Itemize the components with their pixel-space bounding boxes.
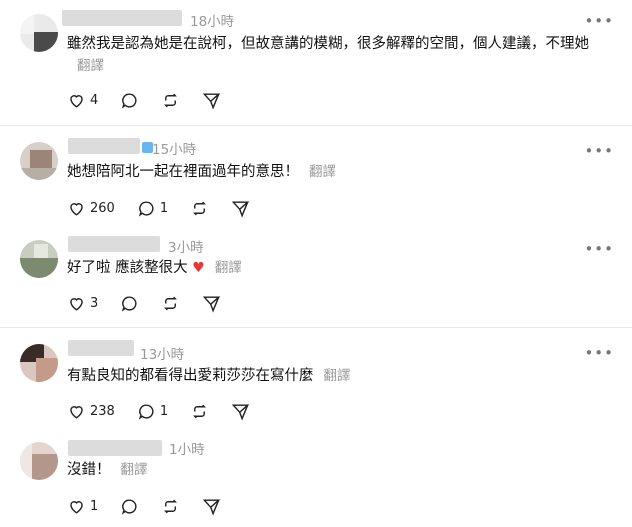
more-icon[interactable]: ••• xyxy=(584,14,614,29)
share-button[interactable] xyxy=(231,199,250,218)
action-bar: 238 1 xyxy=(67,401,272,421)
more-icon[interactable]: ••• xyxy=(584,144,614,159)
repost-button[interactable] xyxy=(190,402,209,421)
translate-link[interactable]: 翻譯 xyxy=(324,368,351,384)
reply-button[interactable] xyxy=(120,294,139,313)
comment-icon xyxy=(138,200,154,217)
comment-icon xyxy=(122,295,137,312)
post-5: 1小時 沒錯！ 翻譯 1 xyxy=(0,428,632,527)
post-time: 3小時 xyxy=(168,240,204,256)
username-blurred[interactable] xyxy=(68,440,162,456)
reply-button[interactable] xyxy=(120,91,139,110)
more-icon[interactable]: ••• xyxy=(584,346,614,361)
heart-icon xyxy=(70,500,83,514)
like-button[interactable]: 1 xyxy=(67,497,98,516)
translate-link[interactable]: 翻譯 xyxy=(215,260,242,276)
avatar[interactable] xyxy=(20,442,58,480)
heart-icon xyxy=(70,297,83,311)
post-3: 3小時 ••• 好了啦 應該整很大 ♥ 翻譯 3 xyxy=(0,226,632,326)
repost-icon xyxy=(193,201,207,215)
heart-icon xyxy=(70,405,83,419)
share-icon xyxy=(203,92,221,110)
repost-icon xyxy=(193,404,207,418)
repost-icon xyxy=(164,296,178,310)
share-button[interactable] xyxy=(202,294,221,313)
repost-button[interactable] xyxy=(161,497,180,516)
share-button[interactable] xyxy=(202,91,221,110)
like-count: 1 xyxy=(90,498,99,514)
username-blurred[interactable] xyxy=(68,138,140,154)
repost-button[interactable] xyxy=(190,199,209,218)
reply-button[interactable] xyxy=(120,497,139,516)
share-button[interactable] xyxy=(231,402,250,421)
like-button[interactable]: 4 xyxy=(67,91,98,110)
post-text: 好了啦 應該整很大 ♥ 翻譯 xyxy=(67,260,242,276)
like-count: 3 xyxy=(90,295,99,311)
post-text: 有點良知的都看得出愛莉莎莎在寫什麼 翻譯 xyxy=(67,368,351,384)
more-icon[interactable]: ••• xyxy=(584,242,614,257)
post-text: 她想陪阿北一起在裡面過年的意思！ 翻譯 xyxy=(67,164,336,180)
like-button[interactable]: 238 xyxy=(67,402,115,421)
reply-count: 1 xyxy=(159,200,169,216)
avatar[interactable] xyxy=(20,240,58,278)
repost-icon xyxy=(164,93,178,107)
comment-icon xyxy=(122,92,137,109)
reply-count: 1 xyxy=(159,403,169,419)
repost-icon xyxy=(164,499,178,513)
share-icon xyxy=(203,295,221,313)
action-bar: 1 xyxy=(67,496,243,516)
like-button[interactable]: 260 xyxy=(67,199,115,218)
translate-link[interactable]: 翻譯 xyxy=(309,164,336,180)
like-count: 260 xyxy=(90,200,115,216)
repost-button[interactable] xyxy=(161,91,180,110)
username-blurred[interactable] xyxy=(62,10,182,26)
post-time: 18小時 xyxy=(190,14,235,30)
avatar[interactable] xyxy=(20,14,58,52)
share-icon xyxy=(231,403,250,421)
share-button[interactable] xyxy=(202,497,221,516)
action-bar: 260 1 xyxy=(67,198,272,218)
post-text: 沒錯！ 翻譯 xyxy=(67,462,148,478)
reply-button[interactable]: 1 xyxy=(137,402,168,421)
post-time: 13小時 xyxy=(140,347,185,363)
comment-icon xyxy=(122,498,137,515)
username-blurred[interactable] xyxy=(68,340,134,356)
heart-icon xyxy=(70,94,83,108)
avatar[interactable] xyxy=(20,142,58,180)
repost-button[interactable] xyxy=(161,294,180,313)
action-bar: 3 xyxy=(67,293,243,313)
like-count: 4 xyxy=(90,92,99,108)
red-heart-emoji: ♥ xyxy=(192,260,205,276)
post-time: 15小時 xyxy=(152,142,197,158)
action-bar: 4 xyxy=(67,90,243,110)
post-4: 13小時 ••• 有點良知的都看得出愛莉莎莎在寫什麼 翻譯 238 1 xyxy=(0,328,632,428)
heart-icon xyxy=(70,202,83,216)
avatar[interactable] xyxy=(20,344,58,382)
comment-icon xyxy=(138,403,154,420)
translate-link[interactable]: 翻譯 xyxy=(77,58,104,74)
reply-button[interactable]: 1 xyxy=(137,199,168,218)
post-1: 18小時 ••• 雖然我是認為她是在說柯，但故意講的模糊，很多解釋的空間，個人建… xyxy=(0,0,632,124)
post-time: 1小時 xyxy=(169,442,205,458)
post-2: 15小時 ••• 她想陪阿北一起在裡面過年的意思！ 翻譯 260 1 xyxy=(0,126,632,226)
share-icon xyxy=(231,200,250,218)
username-blurred[interactable] xyxy=(68,236,160,252)
share-icon xyxy=(203,498,221,516)
post-text: 雖然我是認為她是在說柯，但故意講的模糊，很多解釋的空間，個人建議，不理她翻譯 xyxy=(67,36,589,74)
like-button[interactable]: 3 xyxy=(67,294,98,313)
like-count: 238 xyxy=(90,403,115,419)
translate-link[interactable]: 翻譯 xyxy=(121,462,148,478)
